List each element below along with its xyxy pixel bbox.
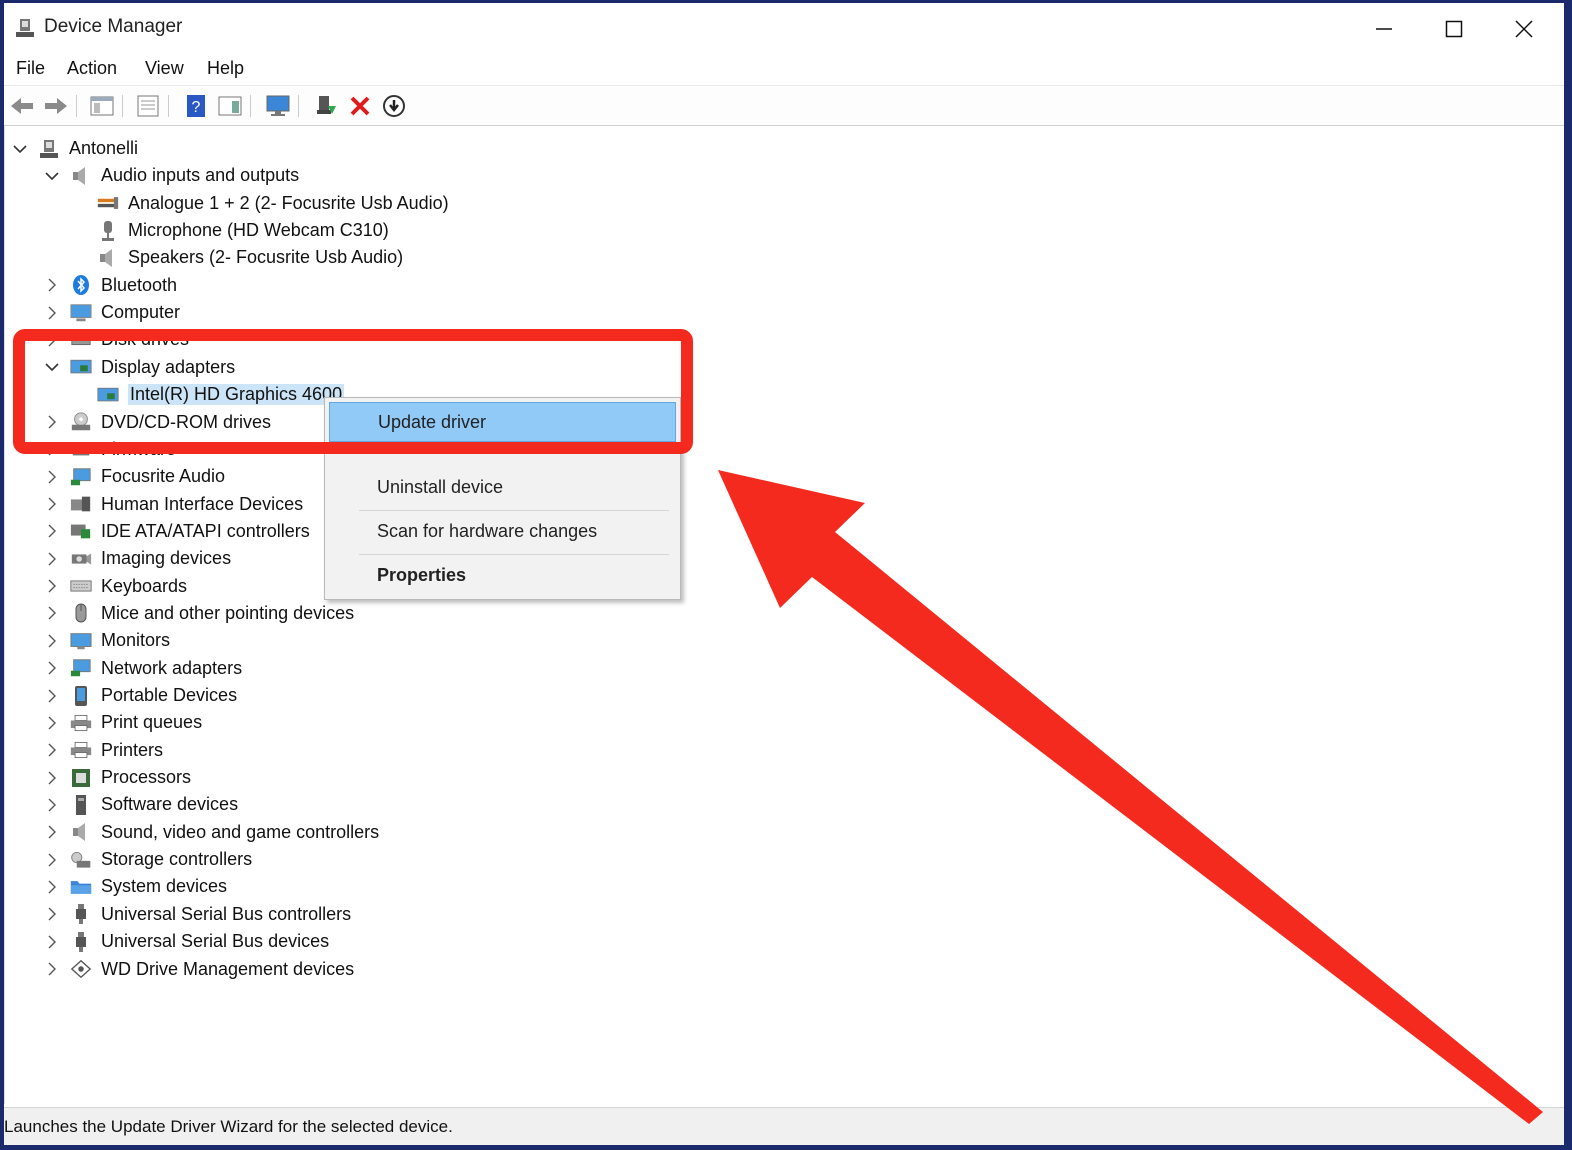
annotation-arrow — [718, 470, 1543, 1124]
annotation-arrow-shape — [718, 470, 1543, 1124]
